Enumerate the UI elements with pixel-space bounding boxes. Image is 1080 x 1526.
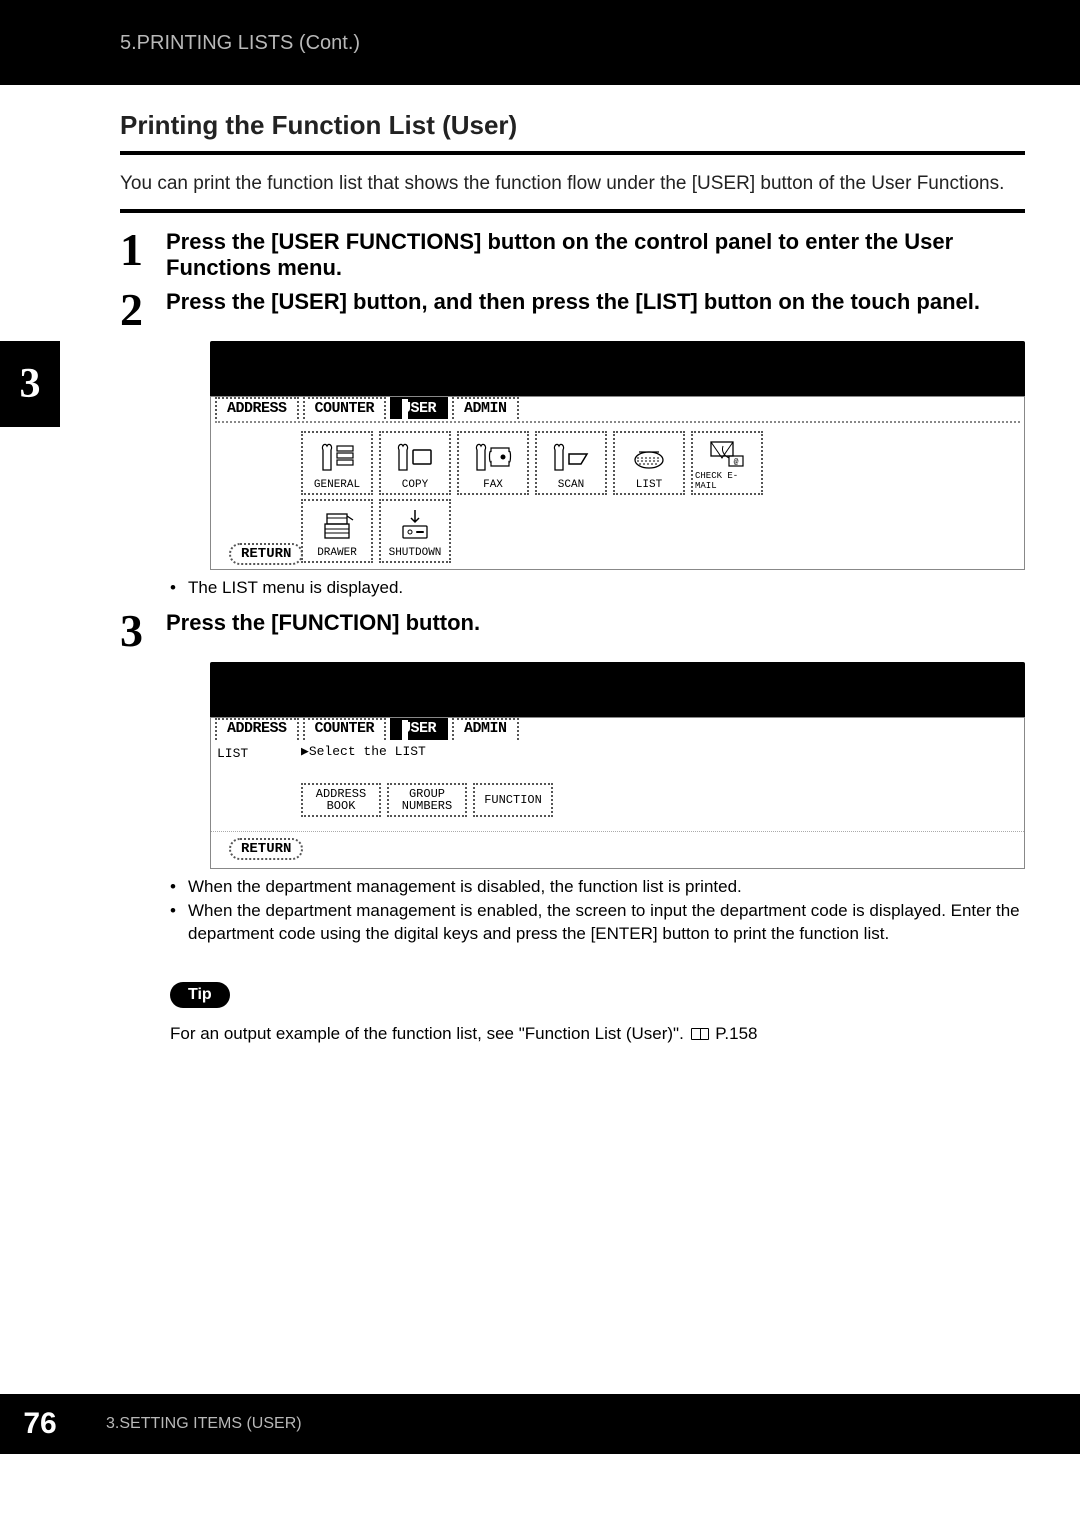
step-text: Press the [USER] button, and then press … [166,287,1025,315]
panel2-tabs: ADDRESS COUNTER USER ADMIN [211,718,1024,740]
header-bar: 5.PRINTING LISTS (Cont.) [0,0,1080,85]
tip-text-prefix: For an output example of the function li… [170,1024,689,1043]
panel1-tabs: ADDRESS COUNTER USER ADMIN [211,397,1024,419]
list-button[interactable]: LIST [613,431,685,495]
address-book-button[interactable]: ADDRESS BOOK [301,783,381,817]
drawer-button[interactable]: DRAWER [301,499,373,563]
fax-button[interactable]: FAX [457,431,529,495]
tip-page-ref: P.158 [715,1024,757,1043]
button-label-line1: GROUP [409,788,445,800]
group-numbers-button[interactable]: GROUP NUMBERS [387,783,467,817]
scan-icon [551,435,591,479]
after-panel1-notes: The LIST menu is displayed. [170,576,1025,600]
note-item: When the department management is disabl… [170,875,1025,899]
step-2: 2 Press the [USER] button, and then pres… [120,287,1025,333]
step-number: 1 [120,227,166,273]
heading-rule [120,151,1025,155]
tab-counter[interactable]: COUNTER [303,397,387,419]
button-label-line2: NUMBERS [402,800,452,812]
footer-bar: 76 3.SETTING ITEMS (USER) [0,1394,1080,1454]
general-button[interactable]: GENERAL [301,431,373,495]
tab-address[interactable]: ADDRESS [215,718,299,740]
button-label: DRAWER [317,547,357,559]
tab-user[interactable]: USER [390,718,448,740]
step-number: 2 [120,287,166,333]
intro-text: You can print the function list that sho… [120,173,1025,195]
button-label-line1: ADDRESS [316,788,366,800]
tip-text: For an output example of the function li… [170,1024,1025,1044]
return-button[interactable]: RETURN [229,543,303,565]
panel-top-strip [210,662,1025,717]
panel1-buttons-row2: DRAWER SHUTDOWN [301,499,457,569]
general-icon [317,435,357,479]
step-number: 3 [120,608,166,654]
tab-counter[interactable]: COUNTER [303,718,387,740]
shutdown-icon [395,503,435,547]
list-icon [629,435,669,479]
step-text: Press the [USER FUNCTIONS] button on the… [166,227,1025,281]
shutdown-button[interactable]: SHUTDOWN [379,499,451,563]
button-label: SHUTDOWN [389,547,442,559]
touch-panel-2: ADDRESS COUNTER USER ADMIN LIST ▶Select … [210,662,1025,869]
chapter-tab: 3 [0,341,60,427]
button-label-line1: FUNCTION [484,794,542,806]
step-1: 1 Press the [USER FUNCTIONS] button on t… [120,227,1025,281]
button-label: FAX [483,479,503,491]
button-label-line2: BOOK [327,800,356,812]
panel1-buttons-row1: GENERAL COPY FAX [211,425,1024,499]
tip-badge: Tip [170,982,230,1008]
panel2-buttons: ADDRESS BOOK GROUP NUMBERS FUNCTION [301,783,1018,817]
button-label: COPY [402,479,428,491]
page-body: Printing the Function List (User) You ca… [0,85,1080,1044]
copy-icon [395,435,435,479]
breadcrumb: 5.PRINTING LISTS (Cont.) [120,32,360,54]
drawer-icon [317,503,357,547]
tab-admin[interactable]: ADMIN [452,397,519,419]
check-email-button[interactable]: @ CHECK E-MAIL [691,431,763,495]
section-heading: Printing the Function List (User) [120,110,1025,141]
return-button[interactable]: RETURN [229,838,303,860]
step-3: 3 Press the [FUNCTION] button. [120,608,1025,654]
panel-top-strip [210,341,1025,396]
copy-button[interactable]: COPY [379,431,451,495]
function-button[interactable]: FUNCTION [473,783,553,817]
panel2-left-label: LIST [217,744,301,817]
scan-button[interactable]: SCAN [535,431,607,495]
book-icon [691,1028,709,1040]
panel-divider [215,421,1020,423]
tab-user[interactable]: USER [390,397,448,419]
touch-panel-1: ADDRESS COUNTER USER ADMIN GENERAL COP [210,341,1025,570]
button-label: GENERAL [314,479,360,491]
footer-text: 3.SETTING ITEMS (USER) [106,1415,302,1433]
fax-icon [473,435,513,479]
button-label: SCAN [558,479,584,491]
button-label: CHECK E-MAIL [695,471,759,491]
step-text: Press the [FUNCTION] button. [166,608,1025,636]
tab-admin[interactable]: ADMIN [452,718,519,740]
after-panel2-notes: When the department management is disabl… [170,875,1025,946]
panel2-prompt: ▶Select the LIST [301,744,1018,759]
note-item: The LIST menu is displayed. [170,576,1025,600]
tab-address[interactable]: ADDRESS [215,397,299,419]
footer-page-number: 76 [0,1407,80,1441]
check-email-icon: @ [707,435,747,471]
button-label: LIST [636,479,662,491]
intro-rule [120,209,1025,213]
note-item: When the department management is enable… [170,899,1025,947]
svg-text:@: @ [734,458,739,467]
